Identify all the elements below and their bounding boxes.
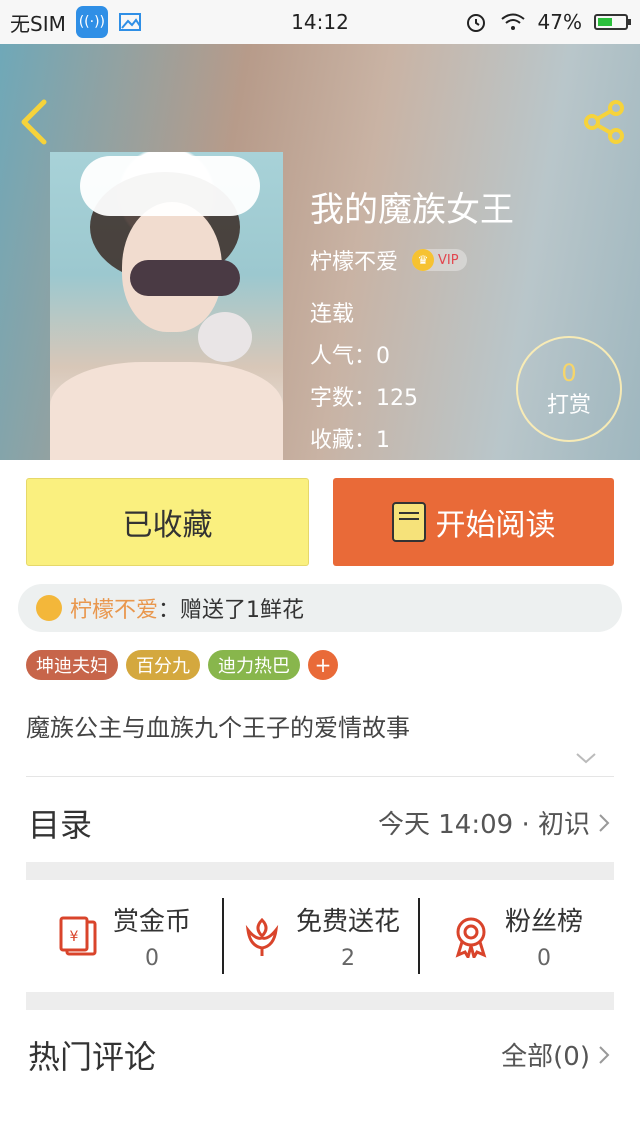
gift-text: ：赠送了1鲜花: [158, 598, 305, 623]
start-reading-label: 开始阅读: [435, 508, 556, 543]
stat-value: 0: [536, 946, 551, 971]
word-count-stat: 字数：125: [310, 386, 418, 411]
serial-status: 连载: [310, 302, 355, 327]
red-envelope-icon: ¥: [59, 916, 97, 956]
popularity-stat: 人气：0: [310, 344, 390, 369]
clock-text: 14:12: [291, 10, 349, 34]
reward-label: 打赏: [546, 393, 591, 418]
stat-label: 赏金币: [112, 907, 191, 937]
section-separator: [26, 992, 614, 1010]
chevron-right-icon: [599, 813, 610, 832]
carrier-text: 无SIM: [10, 11, 66, 36]
back-icon[interactable]: [16, 96, 52, 148]
stat-label: 免费送花: [295, 907, 400, 937]
hot-comments-title: 热门评论: [28, 1038, 157, 1076]
stat-value: 0: [144, 946, 159, 971]
fan-ranking[interactable]: 粉丝榜 0: [418, 880, 614, 992]
add-tag-button[interactable]: +: [308, 650, 338, 680]
battery-percent: 47%: [537, 10, 582, 34]
gift-notice: 柠檬不爱 ：赠送了1鲜花: [18, 584, 622, 632]
status-bar: 无SIM ((·)) 14:12 47%: [0, 0, 640, 44]
latest-chapter-link[interactable]: 今天 14:09 · 初识: [378, 804, 610, 841]
favorites-stat: 收藏：1: [310, 428, 390, 453]
tag-item[interactable]: 百分九: [126, 650, 200, 680]
free-flower[interactable]: 免费送花 2: [222, 880, 418, 992]
all-comments-link[interactable]: 全部(0): [501, 1036, 610, 1073]
expand-chevron-icon[interactable]: [574, 748, 598, 768]
tag-list: 坤迪夫妇 百分九 迪力热巴 +: [26, 650, 338, 680]
divider: [26, 776, 614, 777]
start-reading-button[interactable]: 开始阅读: [333, 478, 614, 566]
alarm-icon: [466, 14, 485, 32]
tag-item[interactable]: 迪力热巴: [208, 650, 300, 680]
stat-value: 2: [340, 946, 355, 971]
wifi-app-icon: ((·)): [75, 6, 108, 38]
book-cover-image[interactable]: [50, 152, 283, 460]
chevron-right-icon: [599, 1045, 610, 1064]
vip-label: VIP: [438, 252, 459, 268]
catalog-title[interactable]: 目录: [28, 800, 92, 846]
book-description: 魔族公主与血族九个王子的爱情故事: [26, 714, 410, 742]
gift-user[interactable]: 柠檬不爱: [70, 592, 158, 624]
author-name[interactable]: 柠檬不爱: [310, 244, 398, 276]
book-title: 我的魔族女王: [310, 190, 514, 230]
tag-item[interactable]: 坤迪夫妇: [26, 650, 118, 680]
reward-button[interactable]: 0 打赏: [516, 336, 622, 442]
stats-row: ¥ 赏金币 0 免费送花 2 粉丝榜 0: [26, 880, 614, 992]
vip-badge: ♛ VIP: [412, 249, 467, 271]
wifi-signal-icon: [500, 13, 525, 30]
book-icon: [391, 502, 426, 542]
flower-gift-icon: [36, 595, 62, 621]
latest-chapter: 今天 14:09 · 初识: [378, 810, 590, 840]
share-icon[interactable]: [580, 98, 628, 146]
medal-icon: [455, 917, 487, 958]
stat-label: 粉丝榜: [504, 907, 583, 937]
crown-icon: ♛: [412, 249, 435, 271]
all-comments-label: 全部(0): [501, 1042, 590, 1072]
image-icon: [118, 13, 141, 31]
reward-count: 0: [561, 359, 577, 387]
collected-button[interactable]: 已收藏: [26, 478, 309, 566]
svg-text:¥: ¥: [70, 929, 79, 945]
gold-coin-reward[interactable]: ¥ 赏金币 0: [26, 880, 222, 992]
section-separator: [26, 862, 614, 880]
book-header: 我的魔族女王 柠檬不爱 ♛ VIP 连载 人气：0 字数：125 收藏：1 0 …: [0, 44, 640, 460]
flower-icon: [245, 917, 279, 956]
battery-icon: [594, 14, 631, 30]
